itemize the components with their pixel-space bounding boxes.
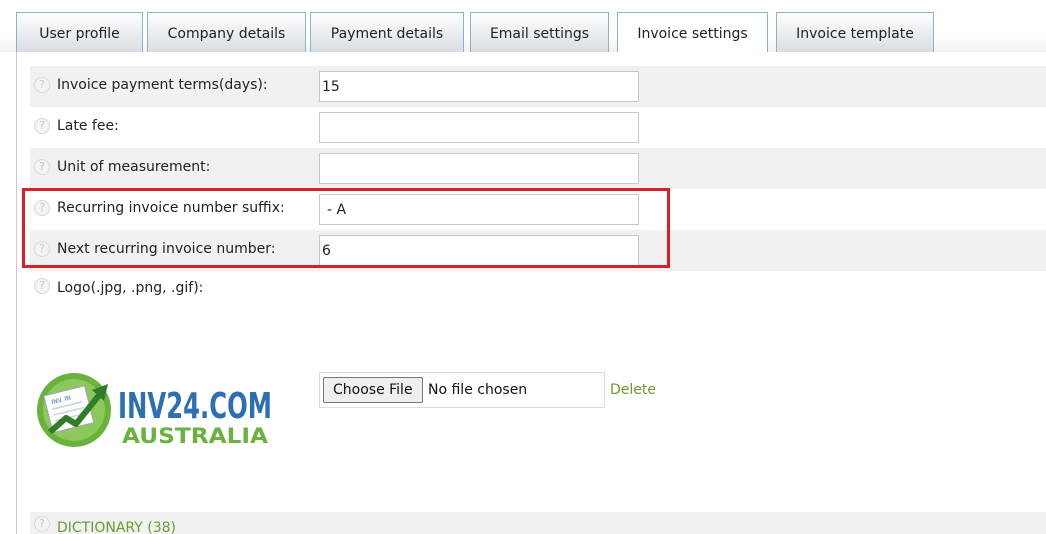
payment-terms-input[interactable] [319, 71, 639, 102]
tab-invoice-template[interactable]: Invoice template [776, 12, 934, 52]
tab-invoice-settings[interactable]: Invoice settings [617, 12, 768, 52]
late-fee-label: Late fee: [57, 118, 119, 134]
help-icon[interactable]: ? [34, 118, 50, 134]
help-icon[interactable]: ? [34, 159, 50, 175]
help-icon[interactable]: ? [34, 278, 50, 294]
logo-label: Logo(.jpg, .png, .gif): [57, 280, 204, 296]
delete-logo-link[interactable]: Delete [610, 382, 656, 398]
tab-email-settings[interactable]: Email settings [470, 12, 609, 52]
logo-row: ? Logo(.jpg, .png, .gif): [30, 271, 1046, 312]
payment-terms-row: ? Invoice payment terms(days): [30, 66, 1046, 107]
help-icon[interactable]: ? [34, 77, 50, 93]
logo-line2: AUSTRALIA [122, 424, 269, 448]
late-fee-input[interactable] [319, 112, 639, 143]
help-icon[interactable]: ? [34, 241, 50, 257]
file-status-text: No file chosen [428, 382, 528, 398]
dictionary-row: ? DICTIONARY (38) [30, 512, 1046, 534]
choose-file-button[interactable]: Choose File [323, 377, 423, 403]
help-icon[interactable]: ? [34, 516, 50, 532]
tab-user-profile[interactable]: User profile [16, 12, 143, 52]
company-logo-image: INV. IN INV24.COM AUSTRALIA [34, 370, 279, 450]
tab-company-details[interactable]: Company details [147, 12, 306, 52]
recurring-suffix-input[interactable] [319, 194, 639, 225]
payment-terms-label: Invoice payment terms(days): [57, 77, 268, 93]
next-recurring-number-label: Next recurring invoice number: [57, 241, 276, 257]
logo-file-input: Choose File No file chosen [319, 372, 605, 408]
next-recurring-number-row: ? Next recurring invoice number: [30, 230, 1046, 271]
dictionary-link[interactable]: DICTIONARY (38) [57, 520, 176, 534]
unit-of-measurement-label: Unit of measurement: [57, 159, 211, 175]
unit-of-measurement-input[interactable] [319, 153, 639, 184]
settings-tab-bar: User profile Company details Payment det… [0, 0, 1046, 52]
unit-of-measurement-row: ? Unit of measurement: [30, 148, 1046, 189]
inv24-logo-icon: INV. IN INV24.COM AUSTRALIA [37, 373, 272, 448]
next-recurring-number-input[interactable] [319, 235, 639, 266]
tab-payment-details[interactable]: Payment details [310, 12, 464, 52]
recurring-suffix-row: ? Recurring invoice number suffix: [30, 189, 1046, 230]
late-fee-row: ? Late fee: [30, 107, 1046, 148]
help-icon[interactable]: ? [34, 200, 50, 216]
logo-line1: INV24.COM [118, 386, 272, 427]
recurring-suffix-label: Recurring invoice number suffix: [57, 200, 285, 216]
